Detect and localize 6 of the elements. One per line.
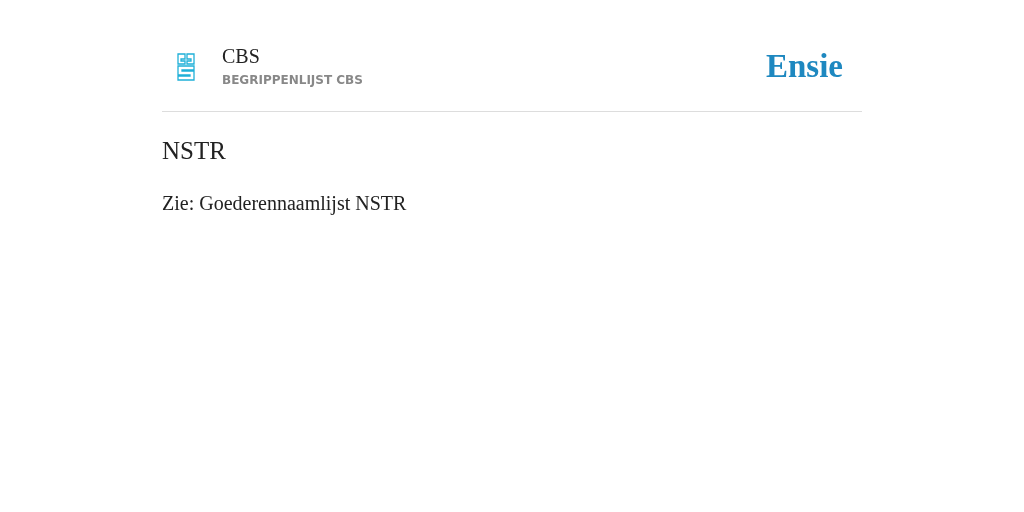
site-title: CBS xyxy=(222,44,261,68)
site-subtitle: BEGRIPPENLIJST CBS xyxy=(222,72,363,89)
term-heading: NSTR xyxy=(162,136,227,166)
logo-icon xyxy=(177,52,196,81)
brand-logo[interactable]: Ensie xyxy=(765,50,843,83)
definition-text: Zie: Goederennaamlijst NSTR xyxy=(162,191,408,217)
